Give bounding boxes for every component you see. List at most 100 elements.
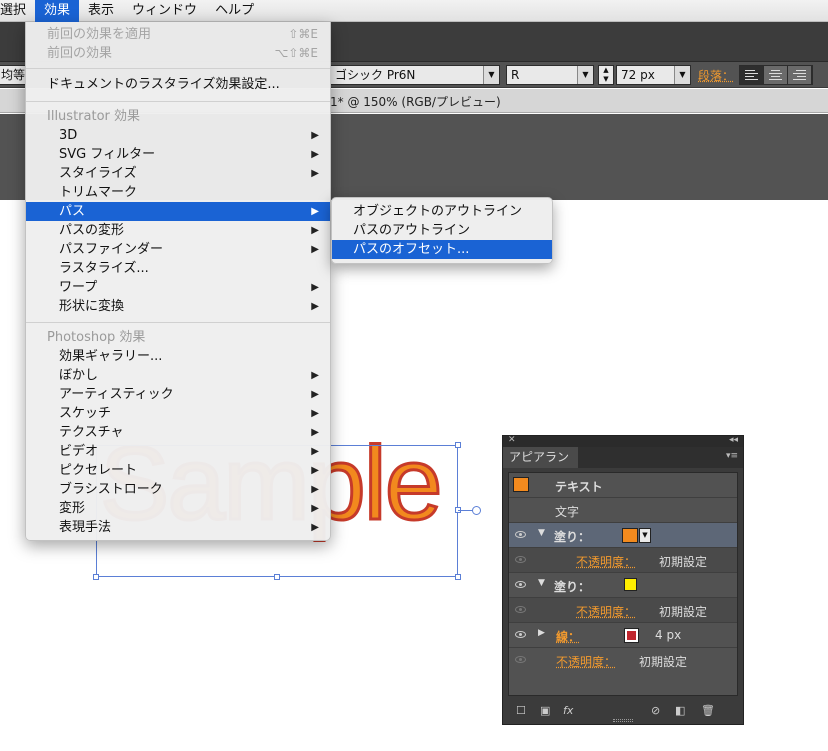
stroke-color-swatch[interactable]	[624, 628, 639, 643]
trash-icon[interactable]: 🗑	[701, 704, 715, 717]
eye-icon[interactable]	[515, 581, 526, 588]
document-tab-title[interactable]: 1* @ 150% (RGB/プレビュー)	[330, 93, 501, 110]
submenu-arrow-icon: ▶	[311, 301, 319, 312]
submenu-arrow-icon: ▶	[311, 244, 319, 255]
fx-icon[interactable]: fx	[563, 704, 573, 717]
tab-appearance[interactable]: アピアランス	[503, 447, 578, 485]
menu-item-path[interactable]: パス ▶	[26, 202, 330, 221]
menu-item-apply-last-effect[interactable]: 前回の効果を適用 ⇧⌘E	[26, 25, 330, 44]
menu-item-label: 前回の効果を適用	[47, 27, 152, 42]
menu-item-label: ワープ	[59, 280, 98, 295]
appearance-row-stroke[interactable]: ▶ 線： 4 px	[509, 623, 737, 648]
eye-icon[interactable]	[515, 656, 526, 663]
resize-grip[interactable]	[613, 719, 633, 722]
menu-item-stylize-photoshop[interactable]: 表現手法 ▶	[26, 518, 330, 537]
submenu-item-outline-stroke[interactable]: パスのアウトライン	[332, 221, 552, 240]
submenu-arrow-icon: ▶	[311, 206, 319, 217]
close-icon[interactable]: ✕	[508, 435, 516, 445]
fill-color-swatch[interactable]	[624, 578, 637, 591]
menu-item-sketch[interactable]: スケッチ ▶	[26, 404, 330, 423]
menu-item-label: 形状に変換	[59, 299, 125, 314]
submenu-arrow-icon: ▶	[311, 427, 319, 438]
submenu-item-offset-path[interactable]: パスのオフセット...	[332, 240, 552, 259]
opacity-link[interactable]: 不透明度：	[556, 653, 616, 670]
menu-item-distort-transform[interactable]: パスの変形 ▶	[26, 221, 330, 240]
eye-icon[interactable]	[515, 531, 526, 538]
font-style-select[interactable]: R ▼	[506, 65, 594, 85]
opacity-link[interactable]: 不透明度：	[576, 553, 636, 570]
collapse-icon[interactable]: ◂◂	[729, 435, 738, 445]
menu-item-rasterize[interactable]: ラスタライズ...	[26, 259, 330, 278]
appearance-row-object[interactable]: テキスト	[509, 473, 737, 498]
menu-header-label: Photoshop 効果	[47, 330, 146, 345]
align-center-button[interactable]	[764, 66, 788, 84]
panel-menu-icon[interactable]: ▾≡	[726, 451, 738, 461]
duplicate-item-icon[interactable]: ◧	[675, 704, 685, 717]
menu-item-convert-to-shape[interactable]: 形状に変換 ▶	[26, 297, 330, 316]
path-submenu: オブジェクトのアウトライン パスのアウトライン パスのオフセット...	[331, 197, 553, 264]
menu-item-warp[interactable]: ワープ ▶	[26, 278, 330, 297]
center-point-handle[interactable]	[472, 506, 481, 515]
menu-item-stylize[interactable]: スタイライズ ▶	[26, 164, 330, 183]
disclosure-triangle-icon[interactable]: ▶	[538, 628, 545, 638]
panel-titlebar[interactable]: ✕ ◂◂	[503, 435, 743, 447]
menu-item-effect-gallery[interactable]: 効果ギャラリー...	[26, 347, 330, 366]
eye-icon[interactable]	[515, 556, 526, 563]
menu-effect[interactable]: 効果	[35, 0, 80, 22]
paragraph-label[interactable]: 段落：	[698, 67, 734, 84]
menu-item-brush-strokes[interactable]: ブラシストローク ▶	[26, 480, 330, 499]
menu-item-artistic[interactable]: アーティスティック ▶	[26, 385, 330, 404]
chevron-down-icon[interactable]: ▼	[639, 528, 651, 543]
appearance-row-characters[interactable]: 文字	[509, 498, 737, 523]
bbox-handle[interactable]	[455, 574, 461, 580]
submenu-item-outline-object[interactable]: オブジェクトのアウトライン	[332, 202, 552, 221]
appearance-row-fill-1[interactable]: ▼ 塗り： ▼	[509, 523, 737, 548]
bbox-handle[interactable]	[274, 574, 280, 580]
bbox-handle[interactable]	[93, 574, 99, 580]
add-new-stroke-icon[interactable]: ☐	[516, 704, 526, 717]
eye-icon[interactable]	[515, 606, 526, 613]
menu-item-rasterize-settings[interactable]: ドキュメントのラスタライズ効果設定...	[26, 75, 330, 94]
menu-item-3d[interactable]: 3D ▶	[26, 126, 330, 145]
menu-item-label: パスのオフセット...	[353, 242, 470, 257]
menu-help[interactable]: ヘルプ	[206, 0, 263, 22]
appearance-row-fill-2[interactable]: ▼ 塗り：	[509, 573, 737, 598]
font-size-select[interactable]: 72 px ▼	[616, 65, 691, 85]
alignment-field[interactable]: 均等	[0, 65, 26, 85]
menu-item-label: 変形	[59, 501, 86, 516]
menu-select[interactable]: 選択	[0, 0, 35, 22]
menu-item-blur[interactable]: ぼかし ▶	[26, 366, 330, 385]
menu-view[interactable]: 表示	[79, 0, 123, 22]
align-right-button[interactable]	[788, 66, 812, 84]
menu-item-last-effect[interactable]: 前回の効果 ⌥⇧⌘E	[26, 44, 330, 63]
submenu-arrow-icon: ▶	[311, 168, 319, 179]
menu-item-video[interactable]: ビデオ ▶	[26, 442, 330, 461]
menu-window[interactable]: ウィンドウ	[123, 0, 206, 22]
menu-item-texture[interactable]: テクスチャ ▶	[26, 423, 330, 442]
disclosure-triangle-icon[interactable]: ▼	[538, 578, 545, 588]
eye-icon[interactable]	[515, 631, 526, 638]
align-left-button[interactable]	[740, 66, 764, 84]
font-family-select[interactable]: ゴシック Pr6N ▼	[330, 65, 500, 85]
bbox-handle[interactable]	[455, 442, 461, 448]
menu-item-pixelate[interactable]: ピクセレート ▶	[26, 461, 330, 480]
menu-item-svg-filter[interactable]: SVG フィルター ▶	[26, 145, 330, 164]
panel-tabs: アピアランス ▾≡	[503, 447, 743, 485]
menu-item-pathfinder[interactable]: パスファインダー ▶	[26, 240, 330, 259]
opacity-link[interactable]: 不透明度：	[576, 603, 636, 620]
fill-color-swatch[interactable]	[622, 528, 638, 543]
menu-separator	[26, 101, 330, 102]
menu-item-label: スタイライズ	[59, 166, 137, 181]
clear-appearance-icon[interactable]: ⊘	[651, 704, 660, 717]
stroke-link[interactable]: 線：	[556, 628, 580, 645]
appearance-row-opacity-2[interactable]: 不透明度： 初期設定	[509, 598, 737, 623]
font-size-stepper[interactable]: ▲ ▼	[598, 65, 614, 85]
appearance-row-opacity-3[interactable]: 不透明度： 初期設定	[509, 648, 737, 673]
menu-item-trim-marks[interactable]: トリムマーク	[26, 183, 330, 202]
menu-item-distort[interactable]: 変形 ▶	[26, 499, 330, 518]
appearance-list: テキスト 文字 ▼ 塗り： ▼ 不透明度： 初期設定 ▼ 塗り： 不透明度： 初…	[508, 472, 738, 696]
add-new-fill-icon[interactable]: ▣	[540, 704, 550, 717]
disclosure-triangle-icon[interactable]: ▼	[538, 528, 545, 538]
chevron-down-icon: ▼	[483, 66, 499, 84]
appearance-row-opacity-1[interactable]: 不透明度： 初期設定	[509, 548, 737, 573]
